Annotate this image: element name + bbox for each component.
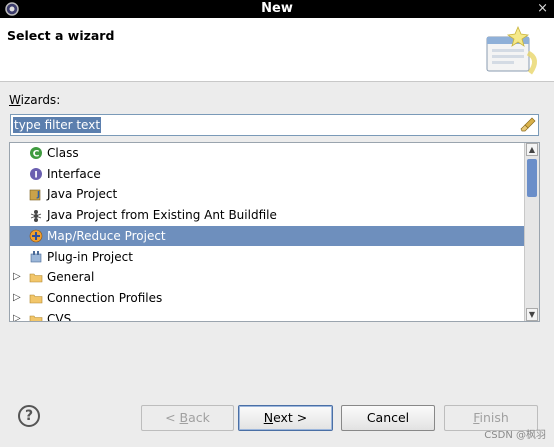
svg-text:I: I bbox=[34, 170, 37, 180]
wizard-tree[interactable]: C Class I Interface J Java Project Java Projec… bbox=[9, 142, 540, 322]
java-project-icon: J bbox=[29, 190, 41, 201]
filter-input[interactable]: type filter text bbox=[10, 114, 539, 136]
tree-item-label: Map/Reduce Project bbox=[47, 228, 166, 243]
ant-icon bbox=[30, 210, 42, 223]
class-icon: C bbox=[30, 147, 42, 160]
tree-item-label: Connection Profiles bbox=[47, 290, 163, 305]
scroll-thumb[interactable] bbox=[527, 159, 537, 197]
next-button-accel: N bbox=[263, 410, 274, 425]
tree-item-label: General bbox=[47, 270, 95, 285]
tree-item-label: Plug-in Project bbox=[47, 249, 133, 264]
eraser-icon[interactable] bbox=[520, 117, 536, 133]
expand-arrow-icon[interactable]: ▷ bbox=[13, 309, 21, 321]
wizard-header: Select a wizard bbox=[0, 18, 554, 82]
wizard-banner-icon bbox=[486, 25, 537, 75]
close-icon[interactable]: × bbox=[537, 0, 548, 18]
tree-item-label: Class bbox=[47, 146, 79, 160]
wizards-label: Wizards: bbox=[9, 93, 60, 107]
watermark: CSDN @枫羽 bbox=[484, 430, 546, 441]
tree-item[interactable]: C Class bbox=[10, 143, 525, 163]
tree-item[interactable]: ▷ General bbox=[10, 267, 525, 287]
interface-icon: I bbox=[30, 167, 42, 180]
folder-icon bbox=[29, 294, 43, 304]
wizards-label-accel: W bbox=[9, 93, 21, 107]
tree-item[interactable]: I Interface bbox=[10, 164, 525, 184]
tree-item[interactable]: Map/Reduce Project bbox=[10, 225, 525, 246]
tree-item-label: Java Project from Existing Ant Buildfile bbox=[47, 208, 277, 223]
svg-text:C: C bbox=[33, 150, 40, 160]
folder-icon bbox=[29, 315, 43, 321]
next-button[interactable]: Next > bbox=[238, 405, 333, 431]
expand-arrow-icon[interactable]: ▷ bbox=[13, 288, 21, 308]
tree-item[interactable]: J Java Project bbox=[10, 184, 525, 204]
next-button-label: ext > bbox=[273, 410, 308, 425]
back-button-accel: B bbox=[179, 410, 189, 425]
tree-item-label: CVS bbox=[47, 311, 72, 322]
expand-arrow-icon[interactable]: ▷ bbox=[13, 267, 21, 287]
back-button-label: ack bbox=[188, 410, 210, 425]
window-title: New bbox=[261, 1, 293, 16]
svg-text:J: J bbox=[36, 190, 40, 199]
title-bar: New × bbox=[0, 0, 554, 18]
tree-item-label: Interface bbox=[47, 166, 101, 181]
cancel-button[interactable]: Cancel bbox=[341, 405, 435, 431]
filter-input-text[interactable]: type filter text bbox=[13, 117, 102, 133]
scroll-down-icon[interactable]: ▼ bbox=[526, 308, 538, 321]
plugin-icon bbox=[30, 250, 42, 262]
page-title: Select a wizard bbox=[7, 28, 115, 43]
back-button[interactable]: < Back bbox=[141, 405, 234, 431]
scroll-up-icon[interactable]: ▲ bbox=[526, 143, 538, 156]
finish-button-label: inish bbox=[479, 410, 509, 425]
folder-icon bbox=[29, 273, 43, 283]
help-icon[interactable]: ? bbox=[18, 405, 40, 427]
mapreduce-icon bbox=[29, 229, 43, 243]
tree-item[interactable]: ▷ CVS bbox=[10, 309, 525, 322]
back-button-prefix: < bbox=[165, 410, 180, 425]
tree-item[interactable]: Java Project from Existing Ant Buildfile bbox=[10, 205, 525, 225]
tree-scrollbar[interactable]: ▲ ▼ bbox=[524, 143, 539, 321]
tree-item[interactable]: ▷ Connection Profiles bbox=[10, 288, 525, 308]
tree-item[interactable]: Plug-in Project bbox=[10, 247, 525, 267]
tree-item-label: Java Project bbox=[47, 187, 118, 202]
wizards-label-text: izards: bbox=[20, 93, 61, 107]
